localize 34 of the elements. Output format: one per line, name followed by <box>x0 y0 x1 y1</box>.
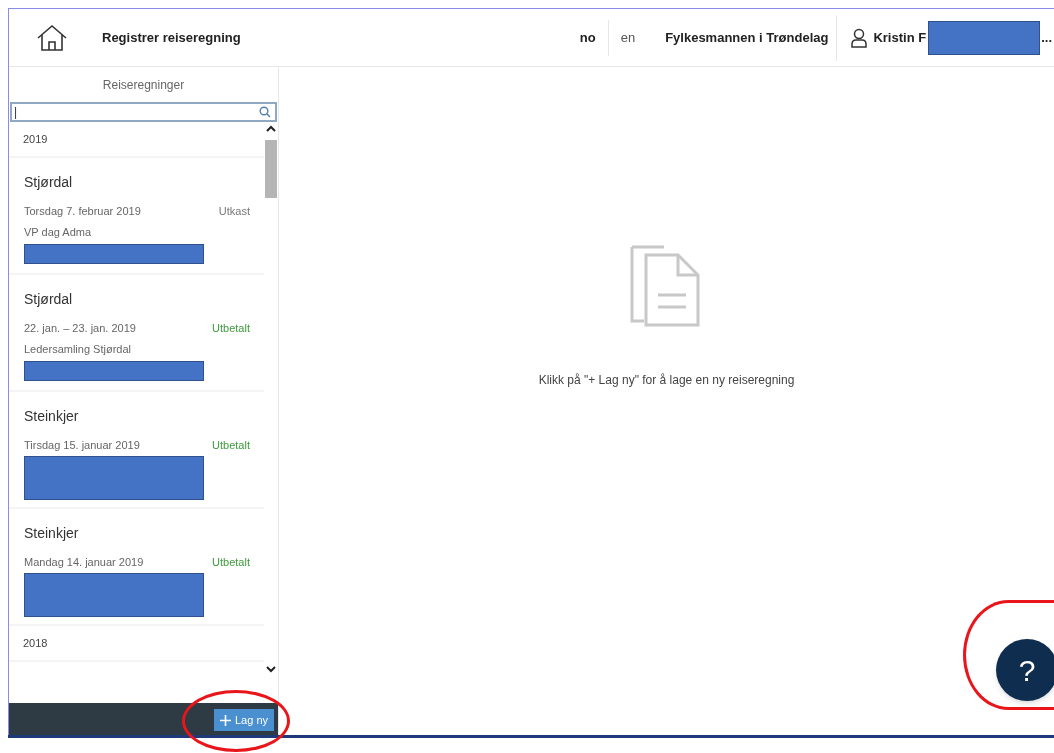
user-icon <box>851 27 868 48</box>
travel-claim-item[interactable]: Stjørdal 22. jan. – 23. jan. 2019 Utbetalt Ledersamling Stjørdal <box>9 275 264 392</box>
place-name: Stjørdal <box>24 173 73 192</box>
claim-date: Mandag 14. januar 2019 <box>24 555 144 570</box>
language-link[interactable]: en <box>607 19 648 56</box>
ellipsis-text: ... <box>1041 28 1052 47</box>
page-title: Registrer reiseregning <box>102 28 241 47</box>
sidebar-title: Reiseregninger <box>101 77 186 94</box>
claim-status: Utbetalt <box>212 555 250 570</box>
claim-date: Tirsdag 15. januar 2019 <box>24 438 140 453</box>
empty-state-message: Klikk på "+ Lag ny" for å lage en ny reiseregning <box>538 372 795 389</box>
place-name: Stjørdal <box>24 290 73 309</box>
place-name: Steinkjer <box>24 407 79 426</box>
year-header: 2019 <box>23 131 48 147</box>
claim-date: Torsdag 7. februar 2019 <box>24 204 141 219</box>
travel-claim-item[interactable]: Steinkjer Tirsdag 15. januar 2019 Utbetalt <box>9 392 264 509</box>
travel-claim-item[interactable]: Stjørdal Torsdag 7. februar 2019 Utkast VP dag Adma <box>9 158 264 275</box>
home-icon[interactable] <box>35 22 69 53</box>
plus-icon <box>219 714 231 726</box>
place-name: Steinkjer <box>24 524 79 543</box>
claim-status: Utbetalt <box>212 438 250 453</box>
claim-description: Ledersamling Stjørdal <box>24 341 131 357</box>
year-header: 2018 <box>23 635 48 651</box>
search-field[interactable]: | <box>10 102 277 122</box>
user-name: Kristin F <box>873 28 927 47</box>
travel-claim-item[interactable]: Steinkjer Mandag 14. januar 2019 Utbetalt <box>9 509 264 626</box>
language-link[interactable]: no <box>567 19 608 56</box>
claim-status: Utkast <box>218 204 250 219</box>
search-icon <box>259 106 271 118</box>
help-button[interactable]: ? <box>996 639 1054 701</box>
claim-status: Utbetalt <box>212 321 250 336</box>
claim-date: 22. jan. – 23. jan. 2019 <box>24 321 136 336</box>
claim-description: VP dag Adma <box>24 224 92 240</box>
organization-name: Fylkesmannen i Trøndelag <box>665 28 829 47</box>
